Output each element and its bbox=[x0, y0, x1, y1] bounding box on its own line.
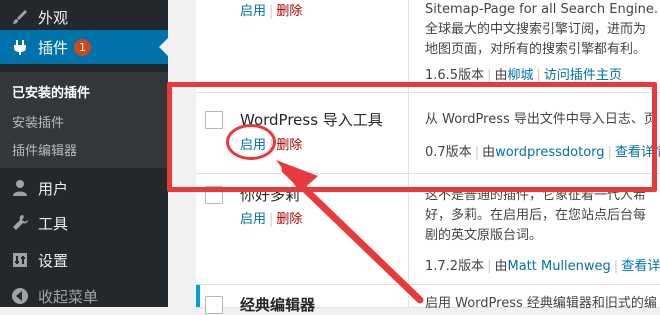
annotation-arrow-icon bbox=[276, 160, 424, 304]
